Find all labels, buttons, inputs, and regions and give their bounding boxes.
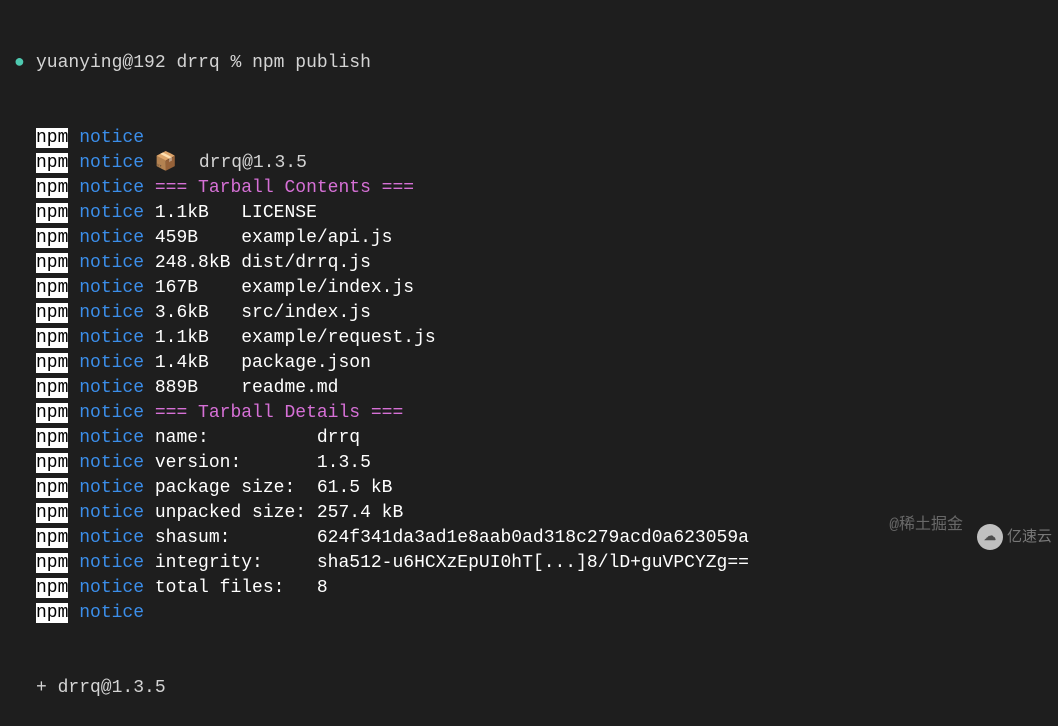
log-level: notice [79, 203, 144, 223]
npm-prefix: npm [36, 353, 68, 373]
log-text: === Tarball Details === [155, 403, 403, 423]
log-text: 1.1kB example/request.js [155, 328, 436, 348]
log-level: notice [79, 428, 144, 448]
npm-prefix: npm [36, 303, 68, 323]
log-text: unpacked size: 257.4 kB [155, 503, 403, 523]
command: npm publish [252, 53, 371, 73]
log-level: notice [79, 378, 144, 398]
log-level: notice [79, 453, 144, 473]
prompt-line: ●yuanying@192 drrq % npm publish [14, 51, 1058, 76]
log-level: notice [79, 303, 144, 323]
log-level: notice [79, 128, 144, 148]
log-level: notice [79, 553, 144, 573]
log-line: npm notice 889B readme.md [14, 376, 1058, 401]
npm-prefix: npm [36, 428, 68, 448]
log-line: npm notice [14, 601, 1058, 626]
log-line: npm notice === Tarball Details === [14, 401, 1058, 426]
log-level: notice [79, 578, 144, 598]
watermark-yisu: ☁ 亿速云 [977, 524, 1052, 550]
log-text: 3.6kB src/index.js [155, 303, 371, 323]
npm-prefix: npm [36, 178, 68, 198]
log-text: package size: 61.5 kB [155, 478, 393, 498]
log-text: 889B readme.md [155, 378, 339, 398]
npm-prefix: npm [36, 328, 68, 348]
npm-prefix: npm [36, 128, 68, 148]
log-line: npm notice total files: 8 [14, 576, 1058, 601]
npm-prefix: npm [36, 378, 68, 398]
watermark-juejin: @稀土掘金 [889, 513, 963, 538]
log-level: notice [79, 478, 144, 498]
npm-prefix: npm [36, 553, 68, 573]
log-level: notice [79, 503, 144, 523]
log-line: npm notice version: 1.3.5 [14, 451, 1058, 476]
log-level: notice [79, 328, 144, 348]
log-text: 248.8kB dist/drrq.js [155, 253, 371, 273]
log-text: 1.1kB LICENSE [155, 203, 317, 223]
log-line: npm notice 248.8kB dist/drrq.js [14, 251, 1058, 276]
log-text: total files: 8 [155, 578, 328, 598]
log-level: notice [79, 603, 144, 623]
log-line: npm notice integrity: sha512-u6HCXzEpUI0… [14, 551, 1058, 576]
log-level: notice [79, 178, 144, 198]
npm-prefix: npm [36, 203, 68, 223]
log-line: npm notice 1.1kB example/request.js [14, 326, 1058, 351]
npm-prefix: npm [36, 278, 68, 298]
bullet-icon: ● [14, 51, 36, 76]
log-line: npm notice 459B example/api.js [14, 226, 1058, 251]
log-text: version: 1.3.5 [155, 453, 371, 473]
npm-prefix: npm [36, 228, 68, 248]
npm-prefix: npm [36, 453, 68, 473]
log-line: npm notice 3.6kB src/index.js [14, 301, 1058, 326]
npm-prefix: npm [36, 153, 68, 173]
log-level: notice [79, 153, 144, 173]
log-line: npm notice name: drrq [14, 426, 1058, 451]
log-text: 📦 drrq@1.3.5 [155, 153, 307, 173]
log-level: notice [79, 403, 144, 423]
log-level: notice [79, 353, 144, 373]
log-text: name: drrq [155, 428, 360, 448]
log-text: shasum: 624f341da3ad1e8aab0ad318c279acd0… [155, 528, 749, 548]
log-text: === Tarball Contents === [155, 178, 414, 198]
terminal-output[interactable]: ●yuanying@192 drrq % npm publish npm not… [0, 1, 1058, 726]
log-line: npm notice 📦 drrq@1.3.5 [14, 151, 1058, 176]
log-line: npm notice 1.4kB package.json [14, 351, 1058, 376]
prompt-dir: drrq [176, 53, 219, 73]
log-line: npm notice === Tarball Contents === [14, 176, 1058, 201]
npm-prefix: npm [36, 578, 68, 598]
npm-prefix: npm [36, 403, 68, 423]
npm-prefix: npm [36, 478, 68, 498]
log-text: integrity: sha512-u6HCXzEpUI0hT[...]8/lD… [155, 553, 749, 573]
prompt-user: yuanying@192 [36, 53, 166, 73]
log-level: notice [79, 253, 144, 273]
log-line: npm notice package size: 61.5 kB [14, 476, 1058, 501]
npm-prefix: npm [36, 253, 68, 273]
log-line: npm notice 167B example/index.js [14, 276, 1058, 301]
npm-prefix: npm [36, 503, 68, 523]
log-text: 459B example/api.js [155, 228, 393, 248]
log-level: notice [79, 228, 144, 248]
log-line: npm notice 1.1kB LICENSE [14, 201, 1058, 226]
log-level: notice [79, 278, 144, 298]
npm-prefix: npm [36, 528, 68, 548]
log-level: notice [79, 528, 144, 548]
log-text: 167B example/index.js [155, 278, 414, 298]
cloud-icon: ☁ [977, 524, 1003, 550]
result-line: + drrq@1.3.5 [14, 676, 1058, 701]
log-line: npm notice [14, 126, 1058, 151]
npm-prefix: npm [36, 603, 68, 623]
log-text: 1.4kB package.json [155, 353, 371, 373]
